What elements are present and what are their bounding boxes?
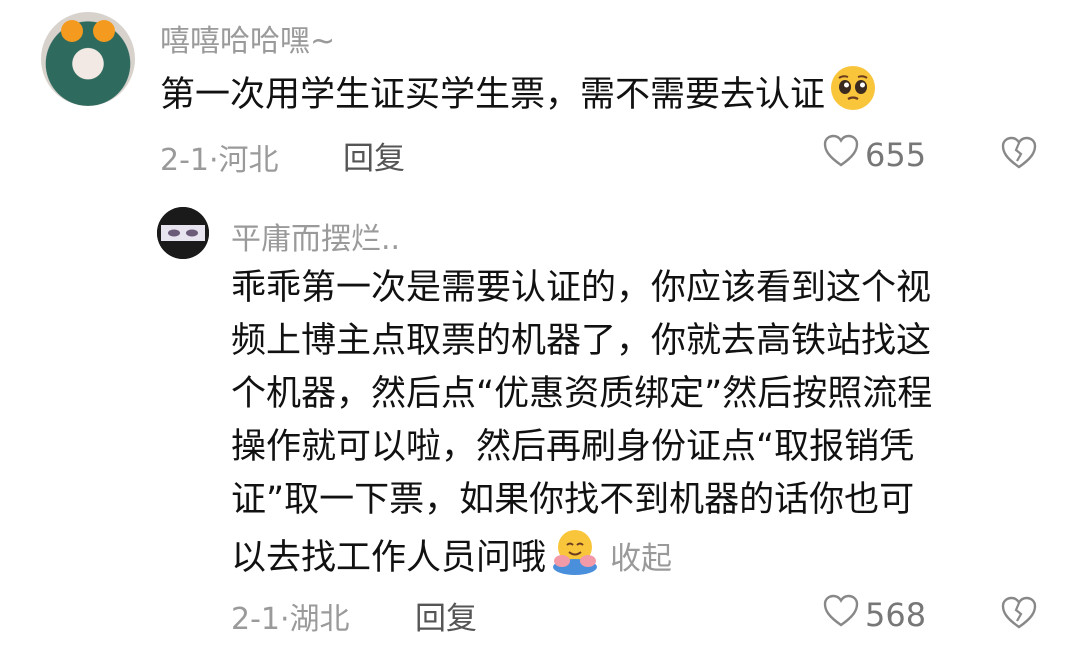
reply-like-count: 568 xyxy=(865,596,927,634)
like-button[interactable]: 655 xyxy=(823,134,926,176)
comment-meta: 2-1·河北 xyxy=(160,135,279,179)
reply-text-last-line: 以去找工作人员问哦 收起 xyxy=(231,527,1031,591)
reply-avatar[interactable] xyxy=(157,207,209,259)
reply-text-line: 证”取一下票，如果你找不到机器的话你也可 xyxy=(231,480,915,520)
reply-text-line: 操作就可以啦，然后再刷身份证点“取报销凭 xyxy=(231,427,915,467)
collapse-button[interactable]: 收起 xyxy=(610,541,672,577)
comment-username[interactable]: 嘻嘻哈哈嘿~ xyxy=(160,16,335,60)
comment-body: 第一次用学生证买学生票，需不需要去认证 xyxy=(160,75,826,115)
reply-button[interactable]: 回复 xyxy=(343,133,405,178)
reply-meta: 2-1·湖北 xyxy=(231,594,350,638)
like-count: 655 xyxy=(865,136,927,174)
avatar-decoration xyxy=(61,20,83,42)
broken-heart-icon xyxy=(1001,596,1037,634)
reply-date: 2-1· xyxy=(231,602,290,637)
avatar[interactable] xyxy=(41,12,135,106)
pleading-face-icon xyxy=(829,64,877,128)
reply-text-line: 频上博主点取票的机器了，你就去高铁站找这 xyxy=(231,321,932,361)
comment-location: 河北 xyxy=(218,143,279,178)
avatar-image xyxy=(157,207,209,259)
reply-text-line: 乖乖第一次是需要认证的，你应该看到这个视 xyxy=(231,268,932,308)
heart-icon xyxy=(823,594,859,636)
dislike-button[interactable] xyxy=(1001,136,1037,174)
comment-date: 2-1· xyxy=(160,143,219,178)
reply-reply-button[interactable]: 回复 xyxy=(415,593,477,638)
avatar-decoration xyxy=(93,20,115,42)
reply-username[interactable]: 平庸而摆烂.. xyxy=(231,214,400,258)
reply-text-line: 个机器，然后点“优惠资质绑定”然后按照流程 xyxy=(231,374,933,414)
heart-icon xyxy=(823,134,859,176)
reply-dislike-button[interactable] xyxy=(1001,596,1037,634)
comment-text: 第一次用学生证买学生票，需不需要去认证 xyxy=(160,64,877,128)
reply-location: 湖北 xyxy=(289,602,350,637)
broken-heart-icon xyxy=(1001,136,1037,174)
reply-text: 乖乖第一次是需要认证的，你应该看到这个视 频上博主点取票的机器了，你就去高铁站找… xyxy=(231,262,1031,591)
reply-like-button[interactable]: 568 xyxy=(823,594,926,636)
reply-text-line: 以去找工作人员问哦 xyxy=(231,538,547,578)
hugging-face-icon xyxy=(550,527,600,591)
